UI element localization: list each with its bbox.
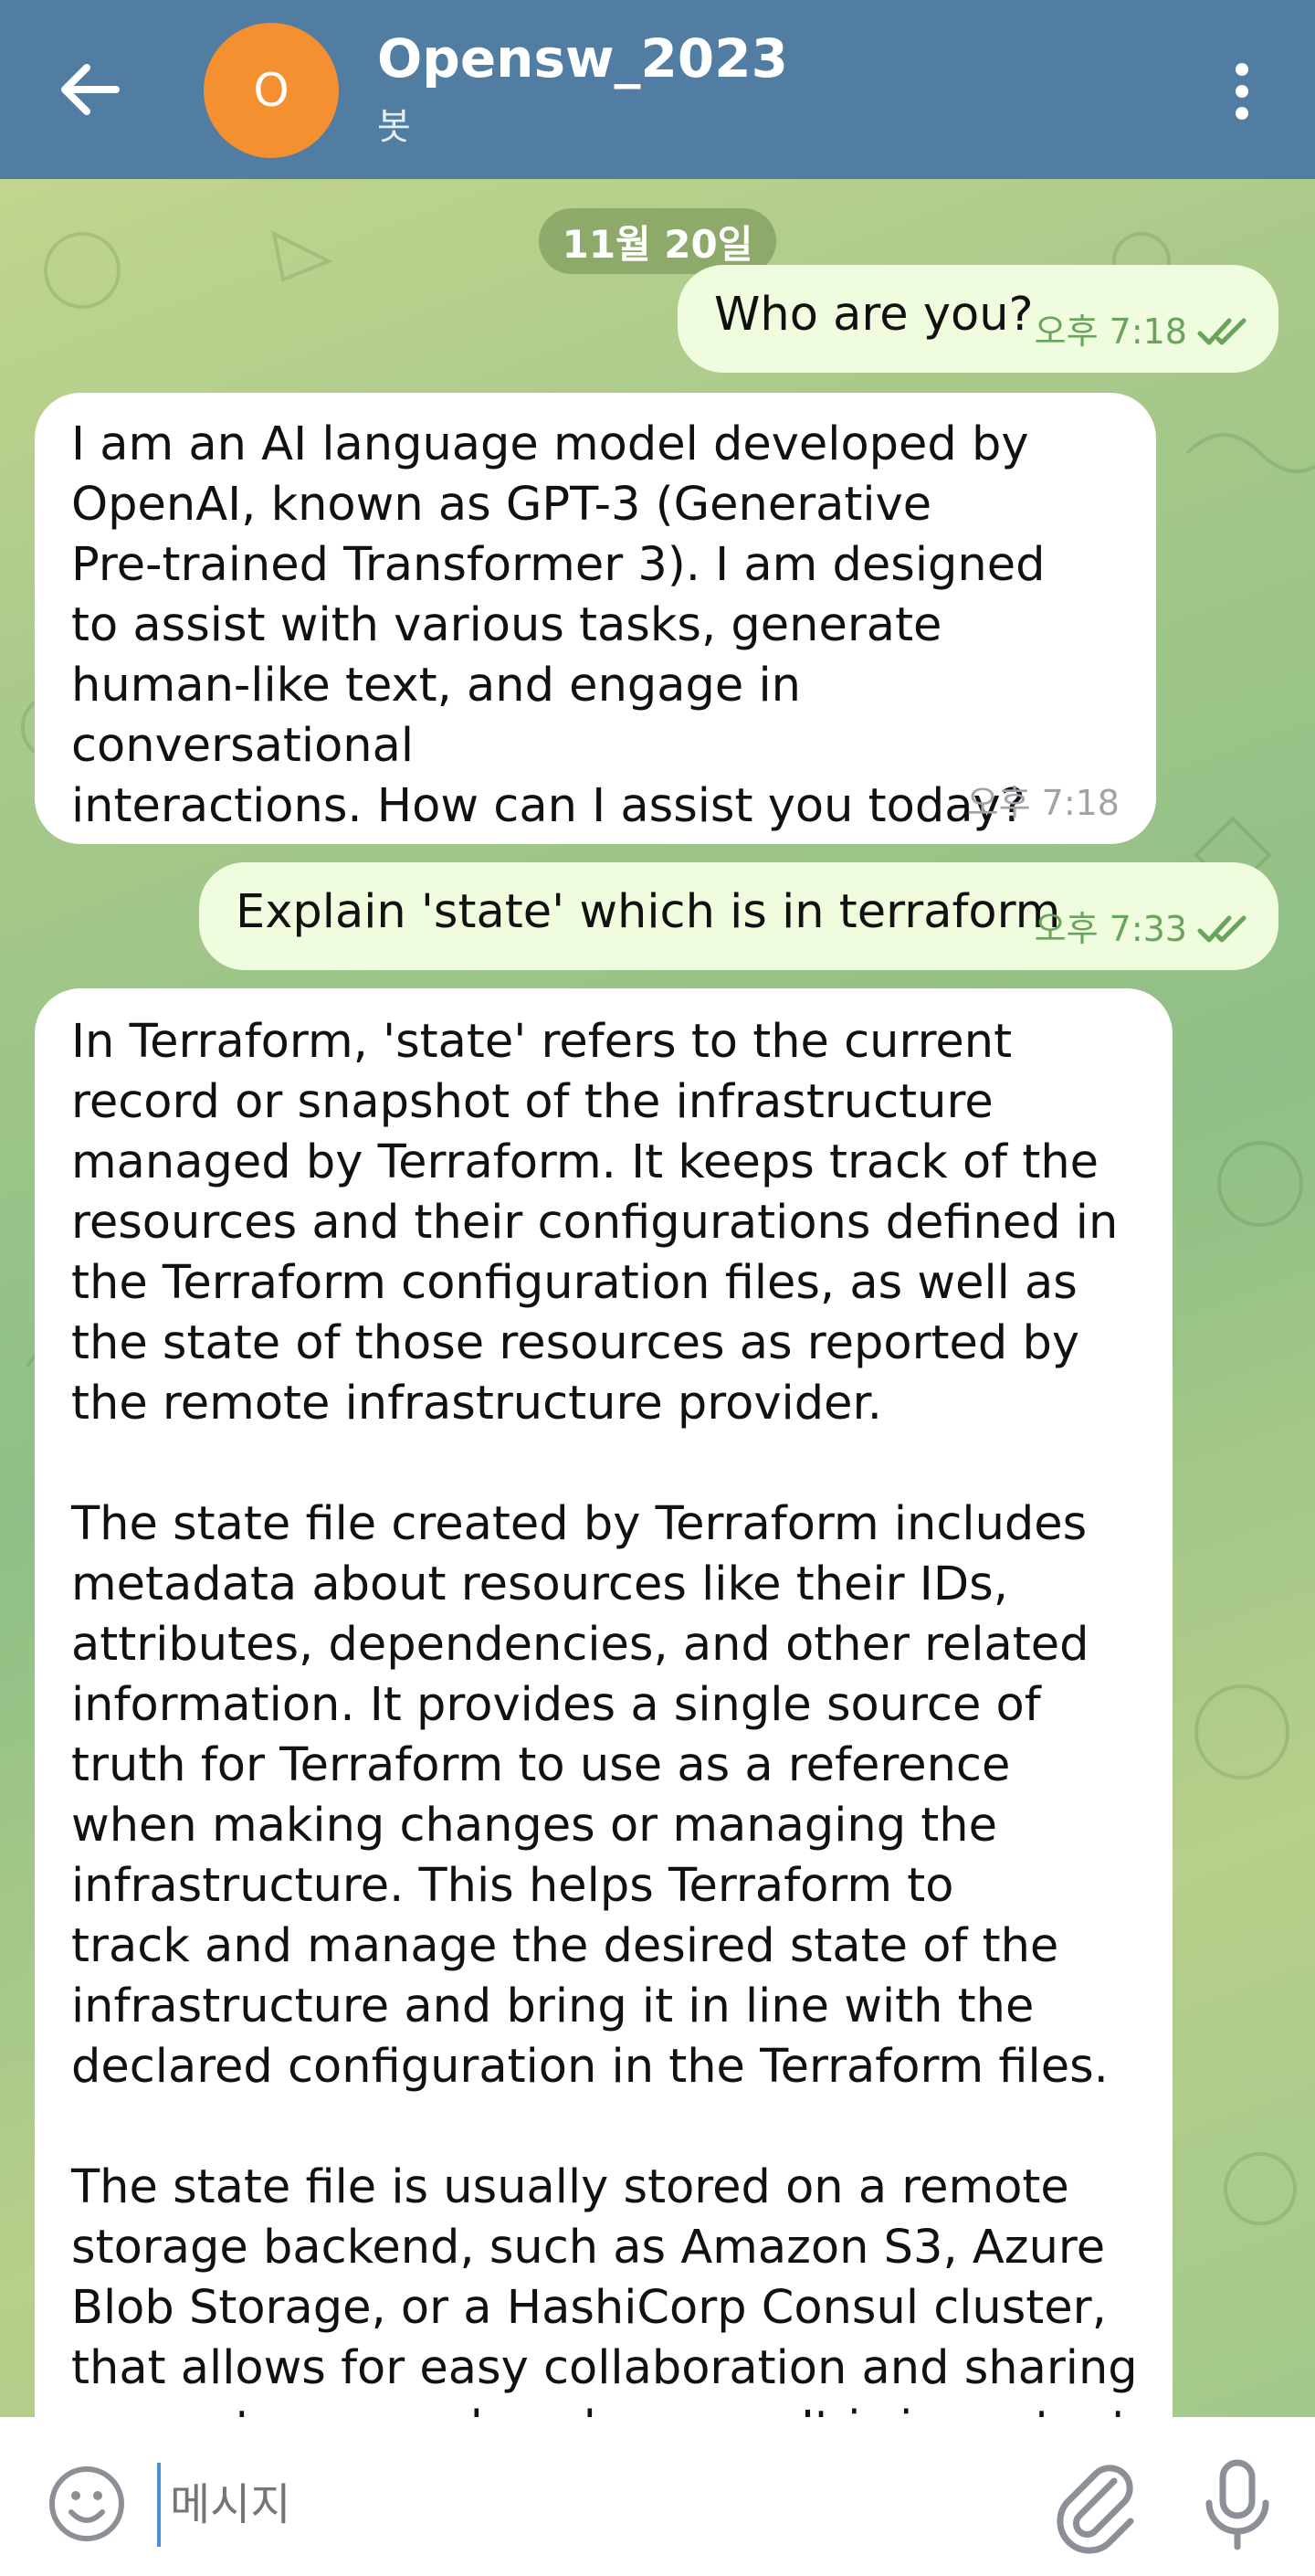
paperclip-icon	[1057, 2465, 1134, 2554]
more-options-button[interactable]	[1215, 55, 1269, 128]
emoji-button[interactable]	[44, 2461, 130, 2547]
message-time: 오후 7:18	[1034, 311, 1187, 352]
microphone-icon	[1205, 2459, 1269, 2550]
back-button[interactable]	[53, 53, 126, 126]
message-text: Explain 'state' which is in terraform	[236, 885, 1061, 939]
message-bubble-outgoing[interactable]: Who are you? 오후 7:18	[678, 265, 1278, 373]
more-vert-icon	[1236, 63, 1248, 120]
chat-subtitle: 봇	[377, 106, 411, 148]
arrow-left-icon	[61, 64, 120, 115]
double-check-icon	[1197, 915, 1247, 943]
message-text: In Terraform, 'state' refers to the curr…	[71, 1015, 1138, 2516]
message-input[interactable]	[157, 2463, 1021, 2547]
message-bubble-incoming[interactable]: I am an AI language model developed by O…	[35, 393, 1156, 844]
chat-title[interactable]: Opensw_2023	[377, 27, 788, 90]
avatar-letter: O	[253, 64, 289, 117]
message-bubble-incoming[interactable]: In Terraform, 'state' refers to the curr…	[35, 988, 1173, 2516]
double-check-icon	[1197, 318, 1247, 345]
message-time: 오후 7:18	[966, 783, 1120, 823]
message-time: 오후 7:33	[1034, 909, 1187, 949]
message-input-bar	[0, 2417, 1315, 2576]
message-bubble-outgoing[interactable]: Explain 'state' which is in terraform 오후…	[199, 862, 1278, 970]
attach-button[interactable]	[1050, 2454, 1141, 2554]
smiley-icon	[49, 2466, 124, 2541]
chat-header: O Opensw_2023 봇	[0, 0, 1315, 179]
avatar[interactable]: O	[204, 23, 339, 158]
message-text: Who are you?	[714, 288, 1034, 342]
microphone-button[interactable]	[1196, 2454, 1278, 2554]
